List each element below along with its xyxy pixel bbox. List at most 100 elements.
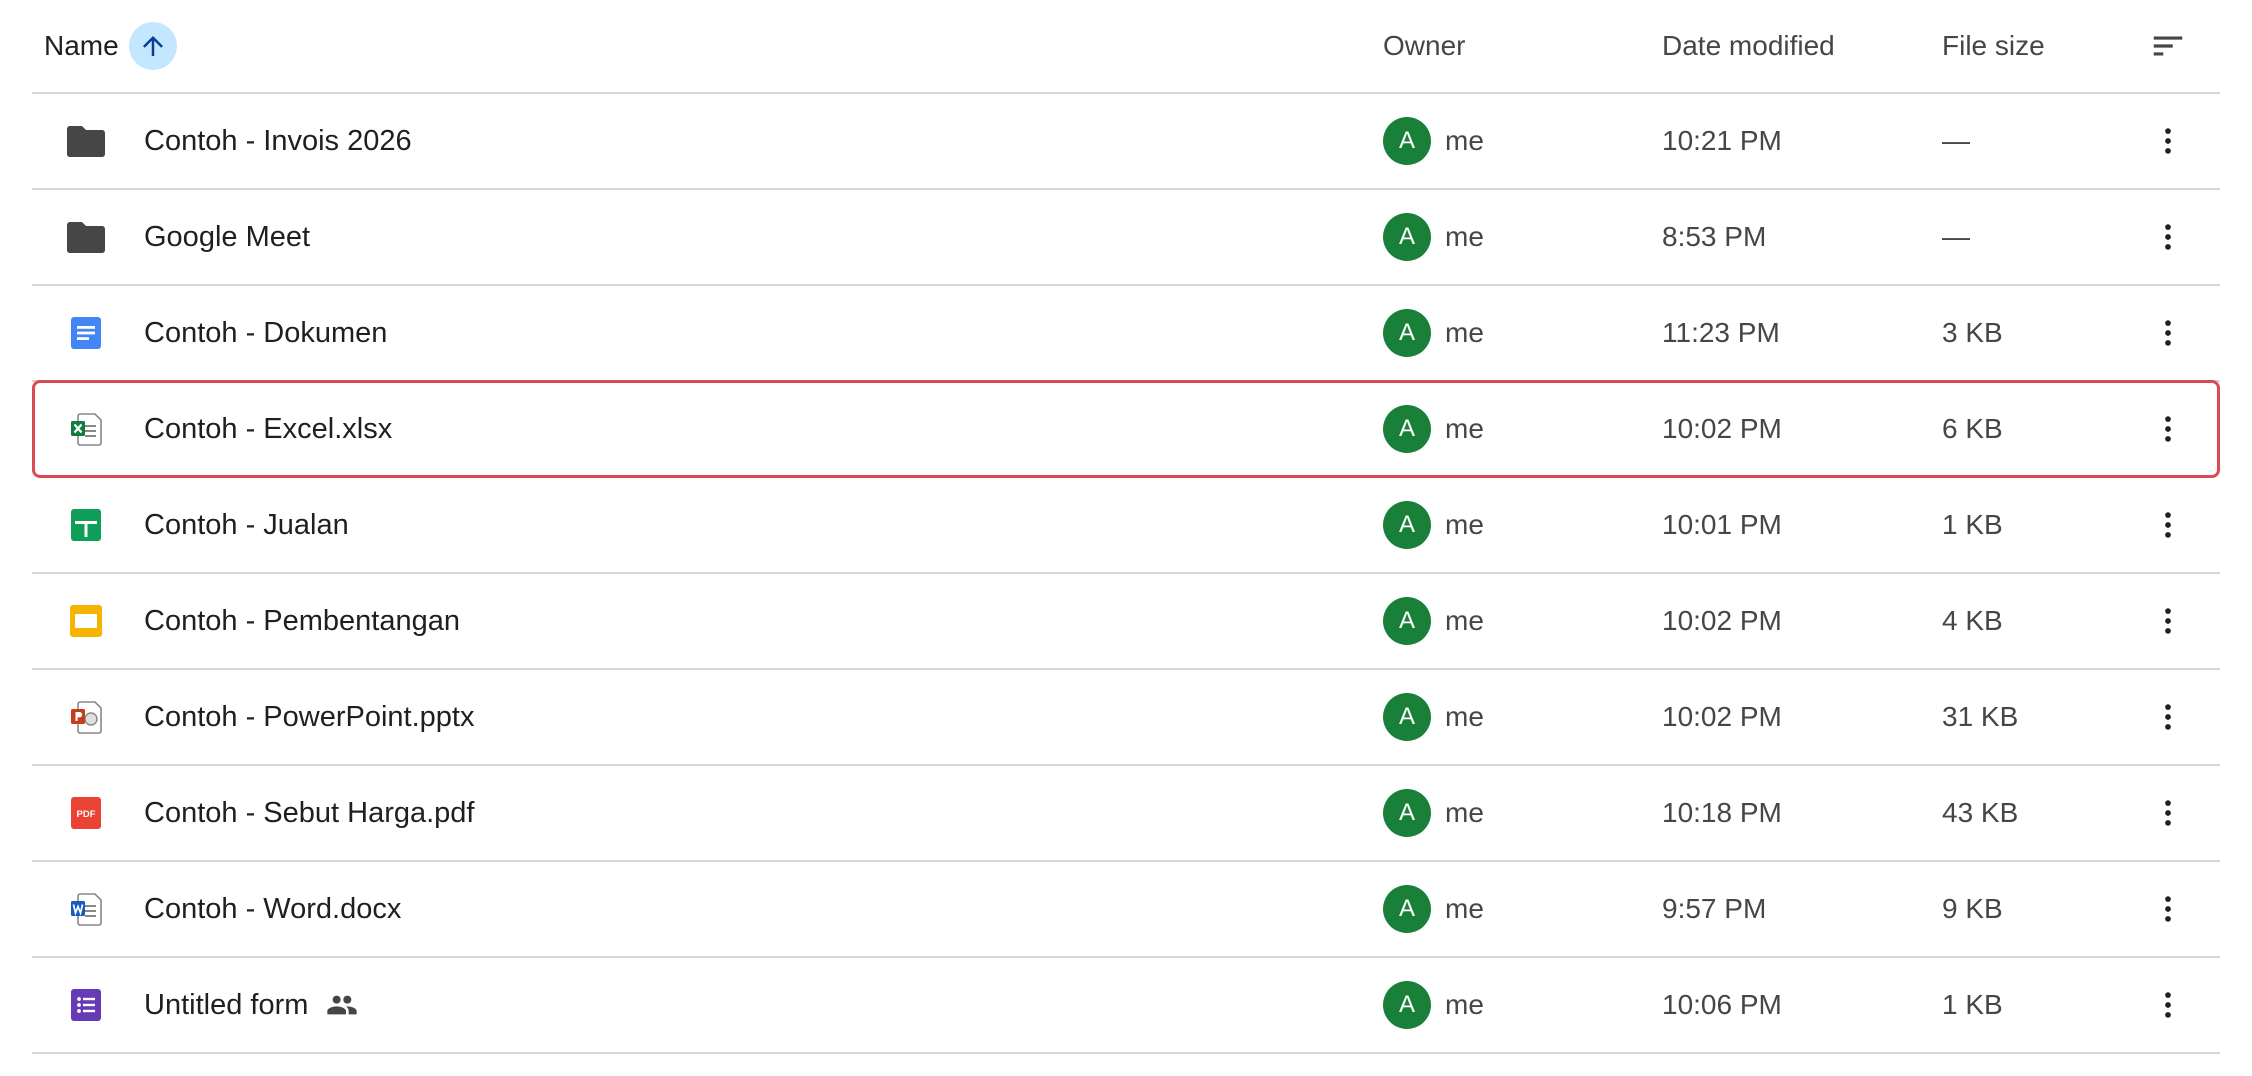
file-name-text: Contoh - PowerPoint.pptx [144,700,475,733]
column-header-owner[interactable]: Owner [1383,0,1465,92]
owner-name: me [1445,893,1484,924]
svg-text:PDF: PDF [77,809,96,820]
file-size: 9 KB [1942,893,2003,924]
powerpoint-file-icon [66,699,106,735]
file-name[interactable]: Contoh - Word.docx [144,862,401,956]
more-vert-icon [2151,508,2185,542]
file-name-text: Contoh - Excel.xlsx [144,412,393,445]
owner-avatar[interactable]: A [1383,501,1431,549]
file-row[interactable]: Contoh - Excel.xlsx Ame 10:02 PM 6 KB [32,380,2220,478]
arrow-up-icon [142,36,163,56]
more-vert-icon [2151,892,2185,926]
file-name-text: Google Meet [144,220,311,253]
more-vert-icon [2151,796,2185,830]
owner-avatar[interactable]: A [1383,309,1431,357]
more-actions-button[interactable] [2144,981,2192,1029]
owner-name: me [1445,221,1484,252]
more-actions-button[interactable] [2144,117,2192,165]
more-vert-icon [2151,316,2185,350]
file-row[interactable]: Contoh - Jualan Ame 10:01 PM 1 KB [32,478,2220,574]
date-modified: 10:18 PM [1662,797,1782,828]
google-docs-icon [66,315,106,351]
file-name-text: Contoh - Dokumen [144,316,388,349]
file-list: Name Owner Date modified File size Conto… [32,0,2220,1054]
owner-avatar[interactable]: A [1383,213,1431,261]
more-actions-button[interactable] [2144,213,2192,261]
google-forms-icon [66,987,106,1023]
owner-name: me [1445,701,1484,732]
date-modified: 10:02 PM [1662,605,1782,636]
sort-direction-button[interactable] [128,22,177,70]
file-row[interactable]: Contoh - Pembentangan Ame 10:02 PM 4 KB [32,574,2220,670]
file-row[interactable]: Contoh - Invois 2026 Ame 10:21 PM — [32,94,2220,190]
sort-options-button[interactable] [2144,22,2192,70]
file-size: 1 KB [1942,509,2003,540]
owner-avatar[interactable]: A [1383,885,1431,933]
file-row[interactable]: Untitled form Ame 10:06 PM 1 KB [32,958,2220,1054]
owner-avatar[interactable]: A [1383,789,1431,837]
date-modified: 10:01 PM [1662,509,1782,540]
column-header-name[interactable]: Name [44,0,177,92]
date-modified: 10:02 PM [1662,413,1782,444]
file-list-header: Name Owner Date modified File size [32,0,2220,94]
file-row[interactable]: Contoh - Word.docx Ame 9:57 PM 9 KB [32,862,2220,958]
file-size: 3 KB [1942,317,2003,348]
file-row[interactable]: Contoh - PowerPoint.pptx Ame 10:02 PM 31 KB [32,670,2220,766]
file-name-text: Contoh - Word.docx [144,892,402,925]
more-actions-button[interactable] [2144,885,2192,933]
file-name[interactable]: Contoh - Excel.xlsx [144,382,392,476]
file-size: — [1942,125,1970,156]
file-name[interactable]: Contoh - Pembentangan [144,574,460,668]
folder-icon [66,123,106,159]
date-modified: 8:53 PM [1662,221,1767,252]
file-name[interactable]: Contoh - Dokumen [144,286,387,380]
owner-avatar[interactable]: A [1383,117,1431,165]
file-name[interactable]: Contoh - Sebut Harga.pdf [144,766,474,860]
more-actions-button[interactable] [2144,309,2192,357]
more-actions-button[interactable] [2144,597,2192,645]
file-name[interactable]: Contoh - Invois 2026 [144,94,412,188]
more-vert-icon [2151,412,2185,446]
file-size: 1 KB [1942,989,2003,1020]
file-size: 6 KB [1942,413,2003,444]
more-actions-button[interactable] [2144,693,2192,741]
more-vert-icon [2151,220,2185,254]
shared-people-icon [326,989,358,1021]
owner-avatar[interactable]: A [1383,693,1431,741]
file-size: 31 KB [1942,701,2019,732]
sort-icon [2153,36,2183,56]
date-modified: 10:21 PM [1662,125,1782,156]
file-name[interactable]: Contoh - PowerPoint.pptx [144,670,474,764]
owner-avatar[interactable]: A [1383,405,1431,453]
date-modified: 10:02 PM [1662,701,1782,732]
file-name-text: Contoh - Invois 2026 [144,124,412,157]
owner-name: me [1445,125,1484,156]
more-vert-icon [2151,604,2185,638]
file-name-text: Contoh - Pembentangan [144,604,460,637]
owner-name: me [1445,317,1484,348]
folder-icon [66,219,106,255]
date-modified: 10:06 PM [1662,989,1782,1020]
more-actions-button[interactable] [2144,501,2192,549]
file-row[interactable]: Contoh - Dokumen Ame 11:23 PM 3 KB [32,286,2220,382]
more-vert-icon [2151,988,2185,1022]
google-slides-icon [66,603,106,639]
file-row[interactable]: Google Meet Ame 8:53 PM — [32,190,2220,286]
file-name[interactable]: Contoh - Jualan [144,478,349,572]
column-header-date-modified[interactable]: Date modified [1662,0,1835,92]
file-name[interactable]: Google Meet [144,190,310,284]
owner-name: me [1445,509,1484,540]
excel-file-icon [66,411,106,447]
file-size: — [1942,221,1970,252]
more-actions-button[interactable] [2144,405,2192,453]
file-name-text: Untitled form [144,988,309,1021]
owner-avatar[interactable]: A [1383,981,1431,1029]
owner-avatar[interactable]: A [1383,597,1431,645]
more-actions-button[interactable] [2144,789,2192,837]
column-header-file-size[interactable]: File size [1942,0,2045,92]
owner-name: me [1445,605,1484,636]
file-name[interactable]: Untitled form [144,958,358,1052]
owner-name: me [1445,989,1484,1020]
file-row[interactable]: PDF Contoh - Sebut Harga.pdf Ame 10:18 PM 43… [32,766,2220,862]
file-size: 4 KB [1942,605,2003,636]
